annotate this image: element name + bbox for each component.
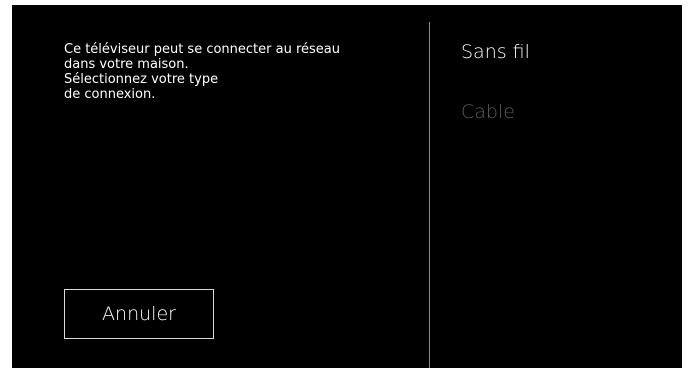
option-wireless[interactable]: Sans fil [461, 41, 530, 63]
message-line: dans votre maison. [64, 57, 189, 72]
tv-network-setup-screen: Ce téléviseur peut se connecter au résea… [12, 5, 682, 368]
connection-instructions: Ce téléviseur peut se connecter au résea… [64, 42, 424, 102]
connection-type-list: Sans fil Cable [461, 41, 530, 161]
message-line: de connexion. [64, 87, 156, 102]
message-line: Sélectionnez votre type [64, 72, 219, 87]
cancel-button[interactable]: Annuler [64, 289, 214, 339]
message-line: Ce téléviseur peut se connecter au résea… [64, 42, 340, 57]
vertical-divider [429, 22, 430, 368]
option-cable[interactable]: Cable [461, 101, 530, 123]
